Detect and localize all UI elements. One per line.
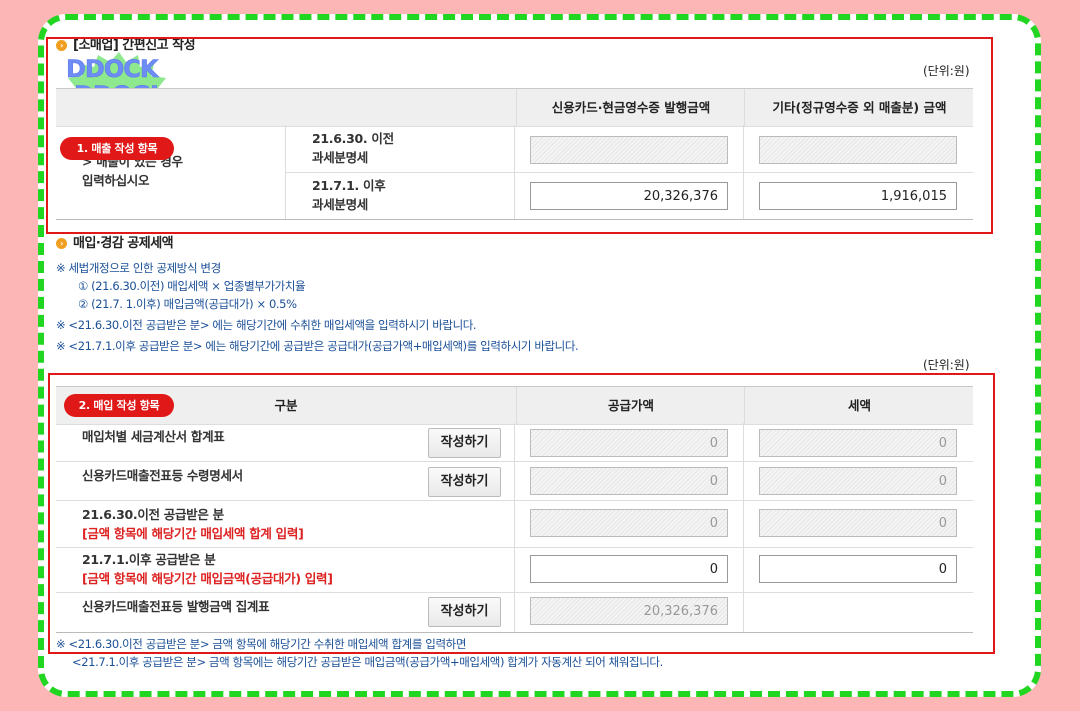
content-card: ›[소매업] 간편신고 작성 DDOCK DDOGI (단위:원) 신용카드·현… — [38, 14, 1041, 697]
purchase-highlight-box — [48, 373, 995, 654]
note-before-input: ※ <21.6.30.이전 공급받은 분> 에는 해당기간에 수취한 매입세액을… — [56, 318, 477, 332]
sales-highlight-box — [46, 37, 993, 234]
note-law-change: ※ 세법개정으로 인한 공제방식 변경 — [56, 261, 221, 275]
chevron-right-icon: › — [56, 238, 67, 249]
footer-note-2: <21.7.1.이후 공급받은 분> 금액 항목에는 해당기간 공급받은 매입금… — [72, 655, 663, 669]
content-inner: ›[소매업] 간편신고 작성 DDOCK DDOGI (단위:원) 신용카드·현… — [44, 20, 1035, 691]
section2-unit: (단위:원) — [923, 358, 970, 372]
section2-title: › 매입·경감 공제세액 — [56, 232, 174, 251]
footer-note-1: ※ <21.6.30.이전 공급받은 분> 금액 항목에 해당기간 수취한 매입… — [56, 637, 467, 651]
note-after-input: ※ <21.7.1.이후 공급받은 분> 에는 해당기간에 공급받은 공급대가(… — [56, 339, 579, 353]
note-before: ① (21.6.30.이전) 매입세액 × 업종별부가가치율 — [78, 279, 306, 293]
note-after: ② (21.7. 1.이후) 매입금액(공급대가) × 0.5% — [78, 297, 297, 311]
